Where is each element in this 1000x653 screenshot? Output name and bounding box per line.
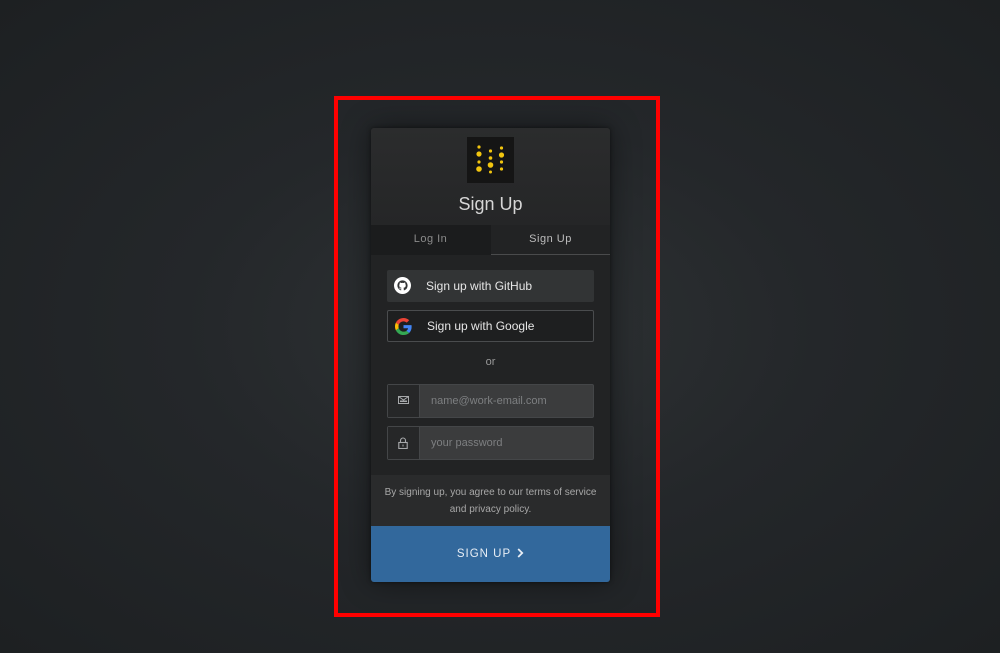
google-button-label: Sign up with Google (427, 319, 535, 333)
github-button-label: Sign up with GitHub (426, 279, 533, 293)
or-separator: or (485, 356, 496, 368)
password-field[interactable] (421, 427, 593, 459)
logo (467, 137, 514, 183)
sign-up-submit-button[interactable]: SIGN UP (371, 526, 610, 582)
chevron-right-icon (517, 548, 524, 558)
password-input-group (387, 426, 594, 460)
submit-label: SIGN UP (456, 548, 511, 560)
tab-sign-up[interactable]: Sign Up (491, 225, 610, 255)
terms-notice: By signing up, you agree to our terms of… (371, 475, 610, 526)
dotted-m-logo-icon (476, 145, 505, 174)
google-icon (395, 318, 412, 335)
page-title: Sign Up (458, 194, 523, 214)
email-field[interactable] (421, 385, 593, 417)
email-input-group (387, 384, 594, 418)
card-header: Sign Up (371, 128, 610, 225)
lock-icon (398, 437, 408, 449)
email-addon (388, 385, 420, 417)
password-addon (388, 427, 420, 459)
sign-up-with-github-button[interactable]: Sign up with GitHub (387, 270, 594, 302)
github-icon (394, 277, 411, 294)
auth-tabs: Log In Sign Up (371, 225, 610, 255)
envelope-icon (398, 396, 409, 404)
sign-up-with-google-button[interactable]: Sign up with Google (387, 310, 594, 342)
tab-log-in[interactable]: Log In (371, 225, 490, 255)
signup-card: Sign Up Log In Sign Up Sign up with GitH… (371, 128, 610, 582)
submit-label-wrap: SIGN UP (371, 526, 610, 582)
